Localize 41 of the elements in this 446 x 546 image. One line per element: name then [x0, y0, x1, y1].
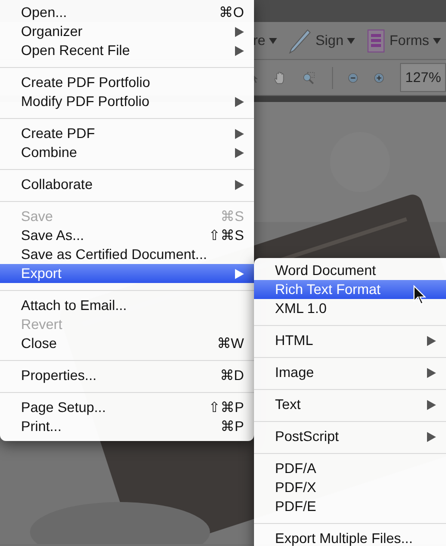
shortcut-text: ⌘W — [216, 334, 244, 353]
menu-item[interactable]: Image — [254, 363, 446, 382]
menu-item[interactable]: PostScript — [254, 427, 446, 446]
menu-item[interactable]: Organizer — [0, 22, 254, 41]
menu-item[interactable]: Open Recent File — [0, 41, 254, 60]
menu-item[interactable]: Export — [0, 264, 254, 283]
pen-icon — [289, 28, 312, 54]
menu-item[interactable]: Export Multiple Files... — [254, 529, 446, 546]
menu-item[interactable]: Modify PDF Portfolio — [0, 92, 254, 111]
zoom-field[interactable]: 127% — [400, 63, 446, 92]
menu-item[interactable]: Combine — [0, 143, 254, 162]
menu-item[interactable]: Close ⌘W — [0, 334, 254, 353]
menu-item[interactable]: Create PDF — [0, 124, 254, 143]
menu-item[interactable]: Save As... ⇧⌘S — [0, 226, 254, 245]
menu-item[interactable]: Collaborate — [0, 175, 254, 194]
menu-item[interactable]: Print... ⌘P — [0, 417, 254, 436]
menu-item[interactable]: PDF/E — [254, 497, 446, 516]
shortcut-text: ⌘P — [220, 417, 244, 436]
form-icon — [367, 28, 386, 52]
menu-item[interactable]: Text — [254, 395, 446, 414]
shortcut-text: ⇧⌘P — [208, 398, 244, 417]
menu-item[interactable]: Save as Certified Document... — [0, 245, 254, 264]
caret-icon — [433, 38, 442, 44]
caret-icon — [269, 38, 278, 44]
caret-icon — [347, 38, 356, 44]
mouse-cursor-icon — [413, 285, 426, 305]
shortcut-text: ⌘D — [220, 366, 244, 385]
menu-item[interactable]: XML 1.0 — [254, 299, 446, 318]
menu-item[interactable]: PDF/A — [254, 459, 446, 478]
menu-item[interactable]: Word Document — [254, 261, 446, 280]
menu-item[interactable]: Open... ⌘O — [0, 3, 254, 22]
shortcut-text: ⌘O — [219, 3, 244, 22]
shortcut-text: ⇧⌘S — [208, 226, 244, 245]
menu-item[interactable]: Properties... ⌘D — [0, 366, 254, 385]
menu-item[interactable]: Create PDF Portfolio — [0, 73, 254, 92]
menu-item[interactable]: Page Setup... ⇧⌘P — [0, 398, 254, 417]
menu-item[interactable]: PDF/X — [254, 478, 446, 497]
menu-item[interactable]: Rich Text Format — [254, 280, 446, 299]
menu-item[interactable]: HTML — [254, 331, 446, 350]
shortcut-text: ⌘S — [220, 207, 244, 226]
menu-item[interactable]: Attach to Email... — [0, 296, 254, 315]
